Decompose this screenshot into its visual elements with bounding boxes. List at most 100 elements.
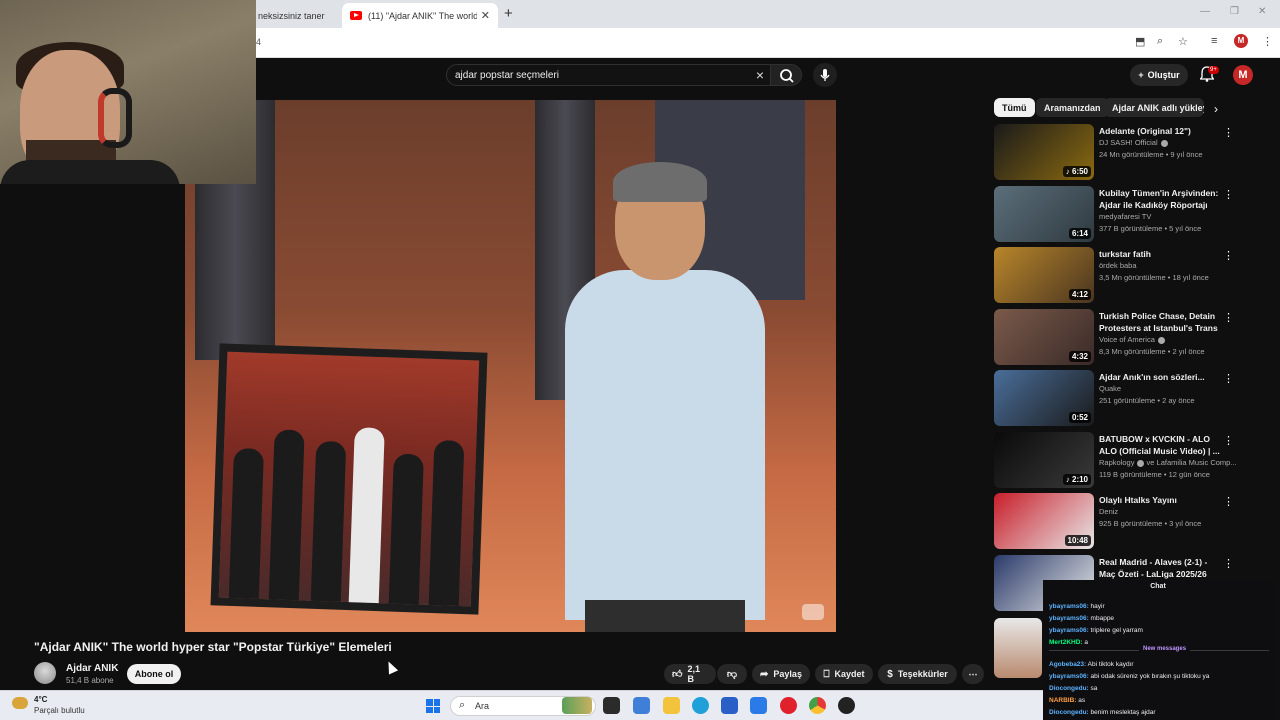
more-options-icon[interactable]: ⋮ — [1223, 311, 1234, 324]
chip-all[interactable]: Tümü — [994, 98, 1035, 117]
more-options-icon[interactable]: ⋮ — [1223, 372, 1234, 385]
browser-tab[interactable]: neksizsiniz taner — [250, 3, 340, 28]
tab-title: neksizsiniz taner — [258, 10, 325, 21]
install-icon[interactable]: ⬒ — [1135, 35, 1145, 48]
recommendation-item[interactable]: 0:52 Ajdar Anık'ın son sözleri... Quake 251… — [994, 370, 1244, 428]
chat-username[interactable]: ybayrams06: — [1049, 603, 1089, 610]
like-button[interactable]: 👍︎ 2,1 B — [664, 664, 716, 684]
channel-avatar[interactable] — [34, 662, 56, 684]
video-thumbnail[interactable] — [994, 618, 1042, 678]
recommendation-item[interactable]: ♪ 2:10 BATUBOW x KVCKIN - ALO ALO (Offici… — [994, 432, 1244, 490]
store-icon[interactable] — [721, 697, 738, 714]
search-icon: ⌕ — [459, 699, 466, 711]
chat-username[interactable]: Diocongedu: — [1049, 709, 1089, 716]
video-thumbnail[interactable]: 10:48 — [994, 493, 1094, 549]
weather-description: Parçalı bulutlu — [34, 706, 85, 715]
video-title[interactable]: Kubilay Tümen'in Arşivinden: Ajdar ile K… — [1099, 187, 1221, 211]
recommendation-item[interactable]: 4:32 Turkish Police Chase, Detain Protest… — [994, 309, 1244, 367]
chrome-icon[interactable] — [809, 697, 826, 714]
video-title[interactable]: BATUBOW x KVCKIN - ALO ALO (Official Mus… — [1099, 433, 1221, 457]
video-title[interactable]: Olaylı Htalks Yayını — [1099, 494, 1221, 506]
channel-name[interactable]: ördek baba — [1099, 261, 1137, 270]
more-options-icon[interactable]: ⋮ — [1223, 249, 1234, 262]
channel-extra: ve Lafamilia Music Comp... — [1146, 458, 1237, 467]
search-button[interactable] — [770, 64, 802, 86]
close-window-icon[interactable]: ✕ — [1258, 6, 1266, 17]
voice-search-button[interactable] — [813, 63, 837, 87]
video-thumbnail[interactable]: 4:12 — [994, 247, 1094, 303]
browser-tab-active[interactable]: (11) "Ajdar ANIK" The world hy ✕ — [342, 3, 498, 28]
video-thumbnail[interactable]: ♪ 2:10 — [994, 432, 1094, 488]
video-meta: 24 Mn görüntüleme • 9 yıl önce — [1099, 150, 1203, 159]
media-controls-icon[interactable]: ≡ — [1211, 35, 1217, 47]
more-options-icon[interactable]: ⋮ — [1223, 434, 1234, 447]
video-duration: 6:14 — [1068, 228, 1091, 239]
search-input[interactable]: ajdar popstar seçmeleri × — [446, 64, 771, 86]
app-icon[interactable] — [838, 697, 855, 714]
channel-name[interactable]: Voice of America — [1099, 335, 1165, 344]
edge-icon[interactable] — [692, 697, 709, 714]
windows-start-icon[interactable] — [426, 699, 440, 713]
more-options-icon[interactable]: ⋮ — [1223, 495, 1234, 508]
video-thumbnail[interactable]: 0:52 — [994, 370, 1094, 426]
chat-username[interactable]: ybayrams06: — [1049, 615, 1089, 622]
video-player[interactable] — [185, 100, 836, 632]
bookmark-star-icon[interactable]: ☆ — [1178, 35, 1188, 48]
new-tab-icon[interactable]: + — [504, 5, 513, 22]
thanks-button[interactable]: $ Teşekkürler — [878, 664, 957, 684]
chat-username[interactable]: NARBIB: — [1049, 697, 1076, 704]
recommendation-item[interactable]: 10:48 Olaylı Htalks Yayını Deniz 925 B görü… — [994, 493, 1244, 551]
more-options-icon[interactable]: ⋮ — [1223, 188, 1234, 201]
browser-menu-icon[interactable]: ⋮ — [1262, 35, 1273, 48]
chat-username[interactable]: Diocongedu: — [1049, 685, 1089, 692]
weather-cloud-icon[interactable] — [12, 697, 28, 709]
chat-text: triplere gel yarram — [1088, 627, 1143, 634]
more-options-icon[interactable]: ⋮ — [1223, 126, 1234, 139]
video-thumbnail[interactable]: 6:14 — [994, 186, 1094, 242]
channel-name[interactable]: Rapkology ve Lafamilia Music Comp... — [1099, 458, 1237, 467]
share-button[interactable]: ➦ Paylaş — [752, 664, 810, 684]
browser-profile-avatar[interactable]: M — [1234, 34, 1248, 48]
create-button[interactable]: + Oluştur — [1130, 64, 1188, 86]
channel-name[interactable]: Deniz — [1099, 507, 1118, 516]
restore-icon[interactable]: ❐ — [1230, 6, 1239, 17]
widgets-icon[interactable] — [633, 697, 650, 714]
minimize-icon[interactable]: — — [1200, 6, 1210, 17]
chip-from-search[interactable]: Aramanızdan — [1036, 98, 1109, 117]
video-title[interactable]: Ajdar Anık'ın son sözleri... — [1099, 371, 1221, 383]
chat-username[interactable]: ybayrams06: — [1049, 673, 1089, 680]
opera-icon[interactable] — [780, 697, 797, 714]
more-actions-button[interactable]: ⋯ — [962, 664, 984, 684]
recommendation-item[interactable]: ♪ 6:50 Adelante (Original 12") DJ SASH! Of… — [994, 124, 1244, 182]
new-messages-label: New messages — [1139, 646, 1191, 652]
account-avatar[interactable]: M — [1233, 65, 1253, 85]
channel-name[interactable]: Ajdar ANIK — [66, 663, 118, 674]
zoom-icon[interactable]: ⌕ — [1157, 35, 1163, 48]
video-thumbnail[interactable]: ♪ 6:50 — [994, 124, 1094, 180]
dislike-button[interactable]: 👎︎ — [717, 664, 747, 684]
outlook-icon[interactable] — [750, 697, 767, 714]
video-title[interactable]: turkstar fatih — [1099, 248, 1221, 260]
subscribe-button[interactable]: Abone ol — [127, 664, 181, 684]
video-title[interactable]: Adelante (Original 12") — [1099, 125, 1221, 137]
channel-name[interactable]: Quake — [1099, 384, 1121, 393]
task-view-icon[interactable] — [603, 697, 620, 714]
chip-uploader[interactable]: Ajdar ANIK adlı yükleyici — [1104, 98, 1204, 117]
webcam-overlay — [0, 0, 256, 184]
chat-username[interactable]: Agobeba23: — [1049, 661, 1086, 668]
recommendation-item[interactable]: 6:14 Kubilay Tümen'in Arşivinden: Ajdar i… — [994, 186, 1244, 244]
chat-username[interactable]: ybayrams06: — [1049, 627, 1089, 634]
file-explorer-icon[interactable] — [663, 697, 680, 714]
video-title[interactable]: Real Madrid - Alaves (2-1) - Maç Özeti -… — [1099, 556, 1221, 580]
chat-username[interactable]: Mert2KHD: — [1049, 639, 1083, 646]
tab-close-icon[interactable]: ✕ — [481, 9, 490, 22]
clear-search-icon[interactable]: × — [756, 67, 764, 83]
video-title[interactable]: Turkish Police Chase, Detain Protesters … — [1099, 310, 1221, 334]
channel-name[interactable]: DJ SASH! Official — [1099, 138, 1168, 147]
channel-name[interactable]: medyafaresi TV — [1099, 212, 1151, 221]
chevron-right-icon[interactable]: › — [1214, 102, 1218, 116]
video-thumbnail[interactable]: 4:32 — [994, 309, 1094, 365]
recommendation-item[interactable]: 4:12 turkstar fatih ördek baba 3,5 Mn görün… — [994, 247, 1244, 305]
more-options-icon[interactable]: ⋮ — [1223, 557, 1234, 570]
save-button[interactable]: ⎕ Kaydet — [815, 664, 873, 684]
